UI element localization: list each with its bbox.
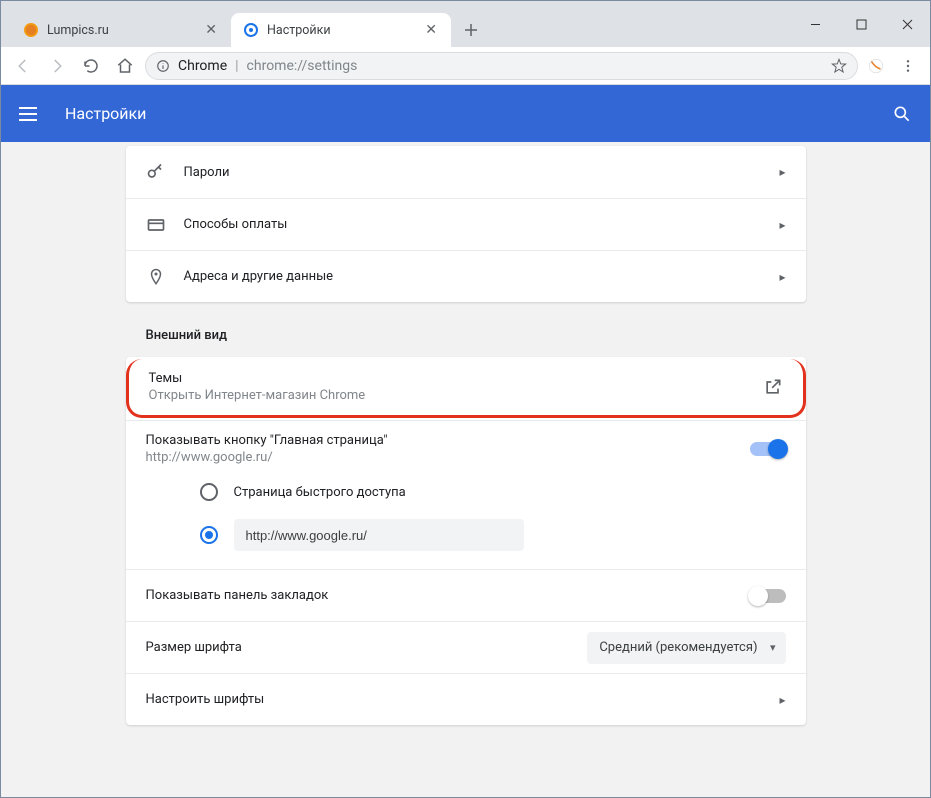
extension-icon[interactable] <box>864 54 888 78</box>
tab-title: Lumpics.ru <box>47 23 201 38</box>
settings-header: Настройки <box>1 85 930 142</box>
row-label: Адреса и другие данные <box>184 269 780 284</box>
appearance-card: Темы Открыть Интернет-магазин Chrome Пок… <box>126 357 806 725</box>
menu-button[interactable] <box>894 52 922 80</box>
address-bar[interactable]: Chrome | chrome://settings <box>145 52 858 80</box>
home-url-input[interactable] <box>234 519 524 551</box>
row-label: Показывать кнопку "Главная страница" <box>146 433 750 448</box>
customize-fonts-row[interactable]: Настроить шрифты ▸ <box>126 673 806 725</box>
window-controls <box>792 1 930 47</box>
row-sublabel: http://www.google.ru/ <box>146 450 750 465</box>
minimize-button[interactable] <box>792 9 838 39</box>
font-size-row: Размер шрифта Средний (рекомендуется) <box>126 621 806 673</box>
home-button[interactable] <box>111 52 139 80</box>
row-label: Пароли <box>184 165 780 180</box>
key-icon <box>146 162 166 182</box>
close-window-button[interactable] <box>884 9 930 39</box>
favicon-orange-icon <box>23 22 39 38</box>
addresses-row[interactable]: Адреса и другие данные ▸ <box>126 250 806 302</box>
tab-title: Настройки <box>267 23 421 38</box>
close-icon[interactable]: ✕ <box>201 20 221 40</box>
radio-custom-url[interactable] <box>200 519 786 551</box>
chevron-right-icon: ▸ <box>779 165 785 179</box>
row-label: Показывать панель закладок <box>146 588 750 603</box>
row-sublabel: Открыть Интернет-магазин Chrome <box>149 388 763 403</box>
back-button[interactable] <box>9 52 37 80</box>
tab-strip: Lumpics.ru ✕ Настройки ✕ <box>1 1 792 47</box>
omnibox-origin: Chrome <box>178 58 227 74</box>
row-label: Размер шрифта <box>146 640 588 655</box>
radio-icon <box>200 526 218 544</box>
titlebar: Lumpics.ru ✕ Настройки ✕ <box>1 1 930 47</box>
pin-icon <box>146 267 166 287</box>
bookmarks-bar-row: Показывать панель закладок <box>126 569 806 621</box>
toolbar: Chrome | chrome://settings <box>1 47 930 85</box>
page-title: Настройки <box>65 104 892 123</box>
autofill-card: Пароли ▸ Способы оплаты ▸ Адреса и други… <box>126 146 806 302</box>
radio-ntp[interactable]: Страница быстрого доступа <box>200 483 786 501</box>
reload-button[interactable] <box>77 52 105 80</box>
home-page-options: Страница быстрого доступа <box>126 477 806 569</box>
search-icon[interactable] <box>892 104 912 124</box>
card-icon <box>146 215 166 235</box>
home-button-toggle[interactable] <box>750 442 786 456</box>
scroll-region[interactable]: Пароли ▸ Способы оплаты ▸ Адреса и други… <box>1 142 930 797</box>
bookmark-star-icon[interactable] <box>831 58 847 74</box>
radio-label: Страница быстрого доступа <box>234 485 406 500</box>
browser-window: Lumpics.ru ✕ Настройки ✕ <box>0 0 931 798</box>
forward-button[interactable] <box>43 52 71 80</box>
tab-lumpics[interactable]: Lumpics.ru ✕ <box>11 13 231 47</box>
new-tab-button[interactable] <box>457 16 485 44</box>
chevron-right-icon: ▸ <box>779 218 785 232</box>
menu-icon[interactable] <box>19 102 43 126</box>
close-icon[interactable]: ✕ <box>421 20 441 40</box>
omnibox-path: chrome://settings <box>247 58 358 74</box>
font-size-select[interactable]: Средний (рекомендуется) <box>587 632 785 664</box>
row-label: Настроить шрифты <box>146 692 780 707</box>
content-area: Пароли ▸ Способы оплаты ▸ Адреса и други… <box>1 142 930 797</box>
open-external-icon <box>763 377 783 397</box>
tab-settings[interactable]: Настройки ✕ <box>231 13 451 47</box>
gear-icon <box>243 22 259 38</box>
row-label: Темы <box>149 371 763 386</box>
themes-row[interactable]: Темы Открыть Интернет-магазин Chrome <box>126 359 806 418</box>
chevron-right-icon: ▸ <box>779 693 785 707</box>
radio-icon <box>200 483 218 501</box>
site-info-icon[interactable] <box>156 59 170 73</box>
row-label: Способы оплаты <box>184 217 780 232</box>
chevron-right-icon: ▸ <box>779 270 785 284</box>
payment-row[interactable]: Способы оплаты ▸ <box>126 198 806 250</box>
maximize-button[interactable] <box>838 9 884 39</box>
section-title-appearance: Внешний вид <box>126 302 806 357</box>
bookmarks-bar-toggle[interactable] <box>750 589 786 603</box>
passwords-row[interactable]: Пароли ▸ <box>126 146 806 198</box>
home-button-row: Показывать кнопку "Главная страница" htt… <box>126 420 806 477</box>
